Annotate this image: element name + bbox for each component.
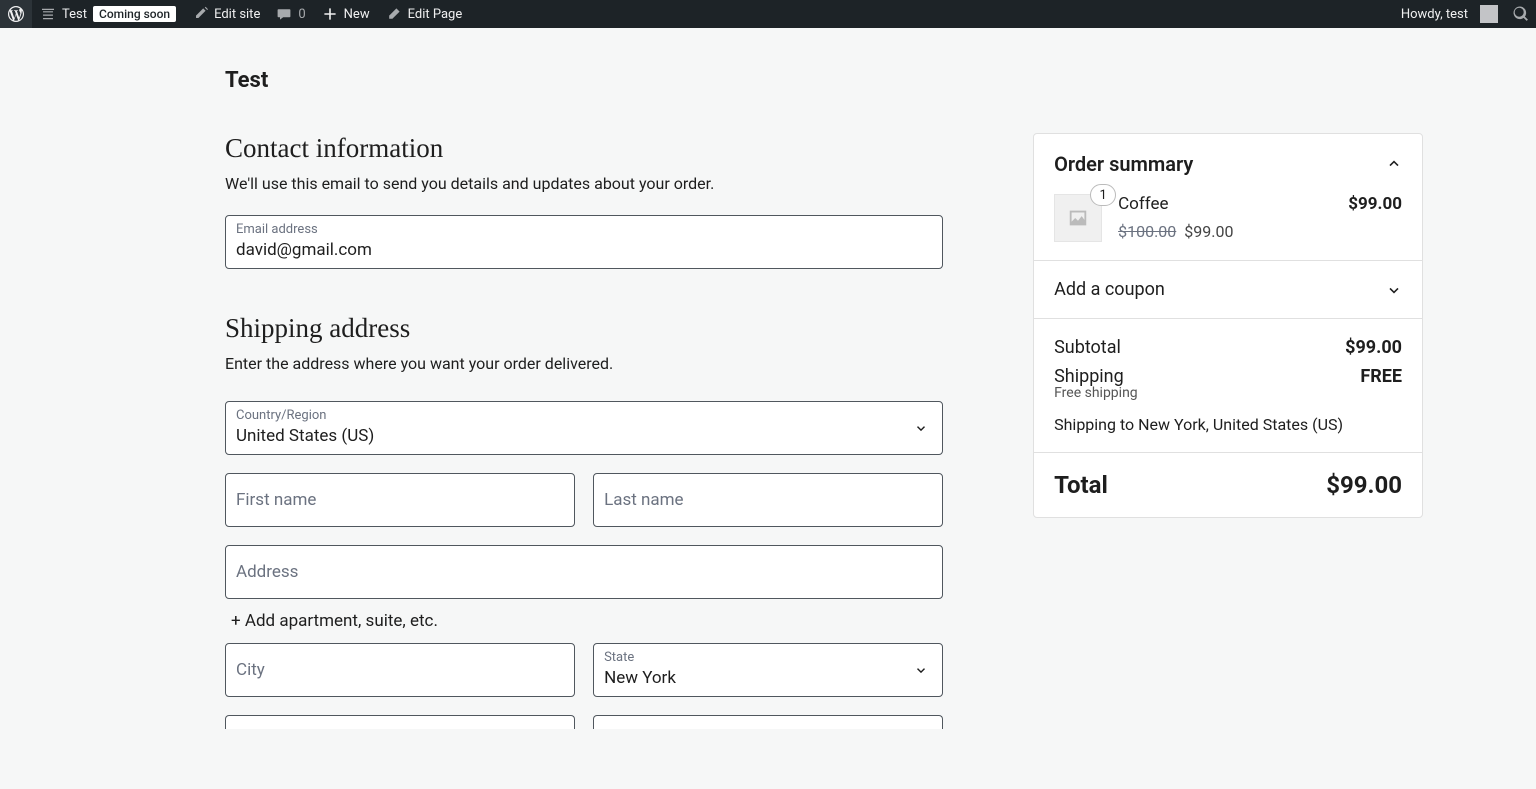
subtotal-value: $99.00 <box>1345 337 1402 358</box>
dashboard-icon <box>40 6 56 22</box>
shipping-desc: Enter the address where you want your or… <box>225 354 943 373</box>
shipping-value: FREE <box>1360 366 1402 387</box>
edit-site-link[interactable]: Edit site <box>184 0 268 28</box>
search-icon <box>1512 5 1530 23</box>
last-name-placeholder: Last name <box>594 474 942 526</box>
page-title: Test <box>225 68 1423 133</box>
email-field[interactable]: Email address david@gmail.com <box>225 215 943 269</box>
city-placeholder: City <box>226 644 574 696</box>
state-label: State <box>604 650 634 665</box>
subtotal-label: Subtotal <box>1054 337 1121 358</box>
email-label: Email address <box>236 222 318 237</box>
address-placeholder: Address <box>226 546 942 598</box>
total-label: Total <box>1054 471 1108 499</box>
add-coupon-label: Add a coupon <box>1054 279 1165 300</box>
subtotal-row: Subtotal $99.00 <box>1054 337 1402 358</box>
status-badge: Coming soon <box>93 6 176 22</box>
comment-icon <box>276 6 292 22</box>
shipping-destination: Shipping to New York, United States (US) <box>1054 415 1402 434</box>
avatar <box>1480 5 1498 23</box>
city-input[interactable]: City <box>225 643 575 697</box>
contact-desc: We'll use this email to send you details… <box>225 174 943 193</box>
total-value: $99.00 <box>1326 471 1402 499</box>
add-apartment-link[interactable]: + Add apartment, suite, etc. <box>225 599 943 643</box>
comments-count: 0 <box>298 7 305 22</box>
contact-heading: Contact information <box>225 133 943 164</box>
site-name-link[interactable]: Test Coming soon <box>32 0 184 28</box>
country-label: Country/Region <box>236 408 326 423</box>
customize-icon <box>192 6 208 22</box>
order-summary-heading: Order summary <box>1054 152 1193 176</box>
order-summary-card: Order summary 1 <box>1033 133 1423 518</box>
field-partial-1[interactable] <box>225 715 575 729</box>
edit-page-label: Edit Page <box>408 7 463 22</box>
shipping-method: Free shipping <box>1054 385 1402 401</box>
total-row: Total $99.00 <box>1054 471 1402 499</box>
country-select[interactable]: Country/Region United States (US) <box>225 401 943 455</box>
comments-link[interactable]: 0 <box>268 0 313 28</box>
item-name: Coffee <box>1118 194 1168 214</box>
chevron-down-icon <box>1386 282 1402 298</box>
edit-page-link[interactable]: Edit Page <box>378 0 471 28</box>
image-placeholder-icon <box>1067 207 1089 229</box>
wordpress-icon <box>8 6 24 22</box>
item-sale-price: $99.00 <box>1184 222 1233 241</box>
field-partial-2[interactable] <box>593 715 943 729</box>
adminbar-search[interactable] <box>1512 5 1530 23</box>
my-account[interactable]: Howdy, test <box>1393 0 1506 28</box>
email-value: david@gmail.com <box>226 216 942 268</box>
cart-item: 1 Coffee $99.00 <box>1054 194 1402 242</box>
state-value: New York <box>594 644 942 696</box>
chevron-down-icon <box>914 421 928 435</box>
item-original-price: $100.00 <box>1118 222 1176 241</box>
country-value: United States (US) <box>226 402 942 454</box>
shipping-row: Shipping FREE <box>1054 366 1402 387</box>
edit-site-label: Edit site <box>214 7 260 22</box>
new-label: New <box>344 7 370 22</box>
new-content-link[interactable]: New <box>314 0 378 28</box>
chevron-down-icon <box>914 663 928 677</box>
state-select[interactable]: State New York <box>593 643 943 697</box>
shipping-heading: Shipping address <box>225 313 943 344</box>
first-name-placeholder: First name <box>226 474 574 526</box>
item-quantity: 1 <box>1090 184 1116 206</box>
order-summary-toggle[interactable]: Order summary <box>1054 152 1402 176</box>
adminbar-site-name: Test <box>62 7 87 22</box>
plus-icon <box>322 6 338 22</box>
chevron-up-icon <box>1386 156 1402 172</box>
first-name-input[interactable]: First name <box>225 473 575 527</box>
shipping-label: Shipping <box>1054 366 1124 387</box>
item-price: $99.00 <box>1348 194 1402 214</box>
last-name-input[interactable]: Last name <box>593 473 943 527</box>
pencil-icon <box>386 6 402 22</box>
wp-logo[interactable] <box>0 0 32 28</box>
address-input[interactable]: Address <box>225 545 943 599</box>
add-coupon-toggle[interactable]: Add a coupon <box>1054 279 1402 300</box>
wp-admin-bar: Test Coming soon Edit site 0 New Edit <box>0 0 1536 28</box>
howdy-text: Howdy, test <box>1401 7 1468 22</box>
